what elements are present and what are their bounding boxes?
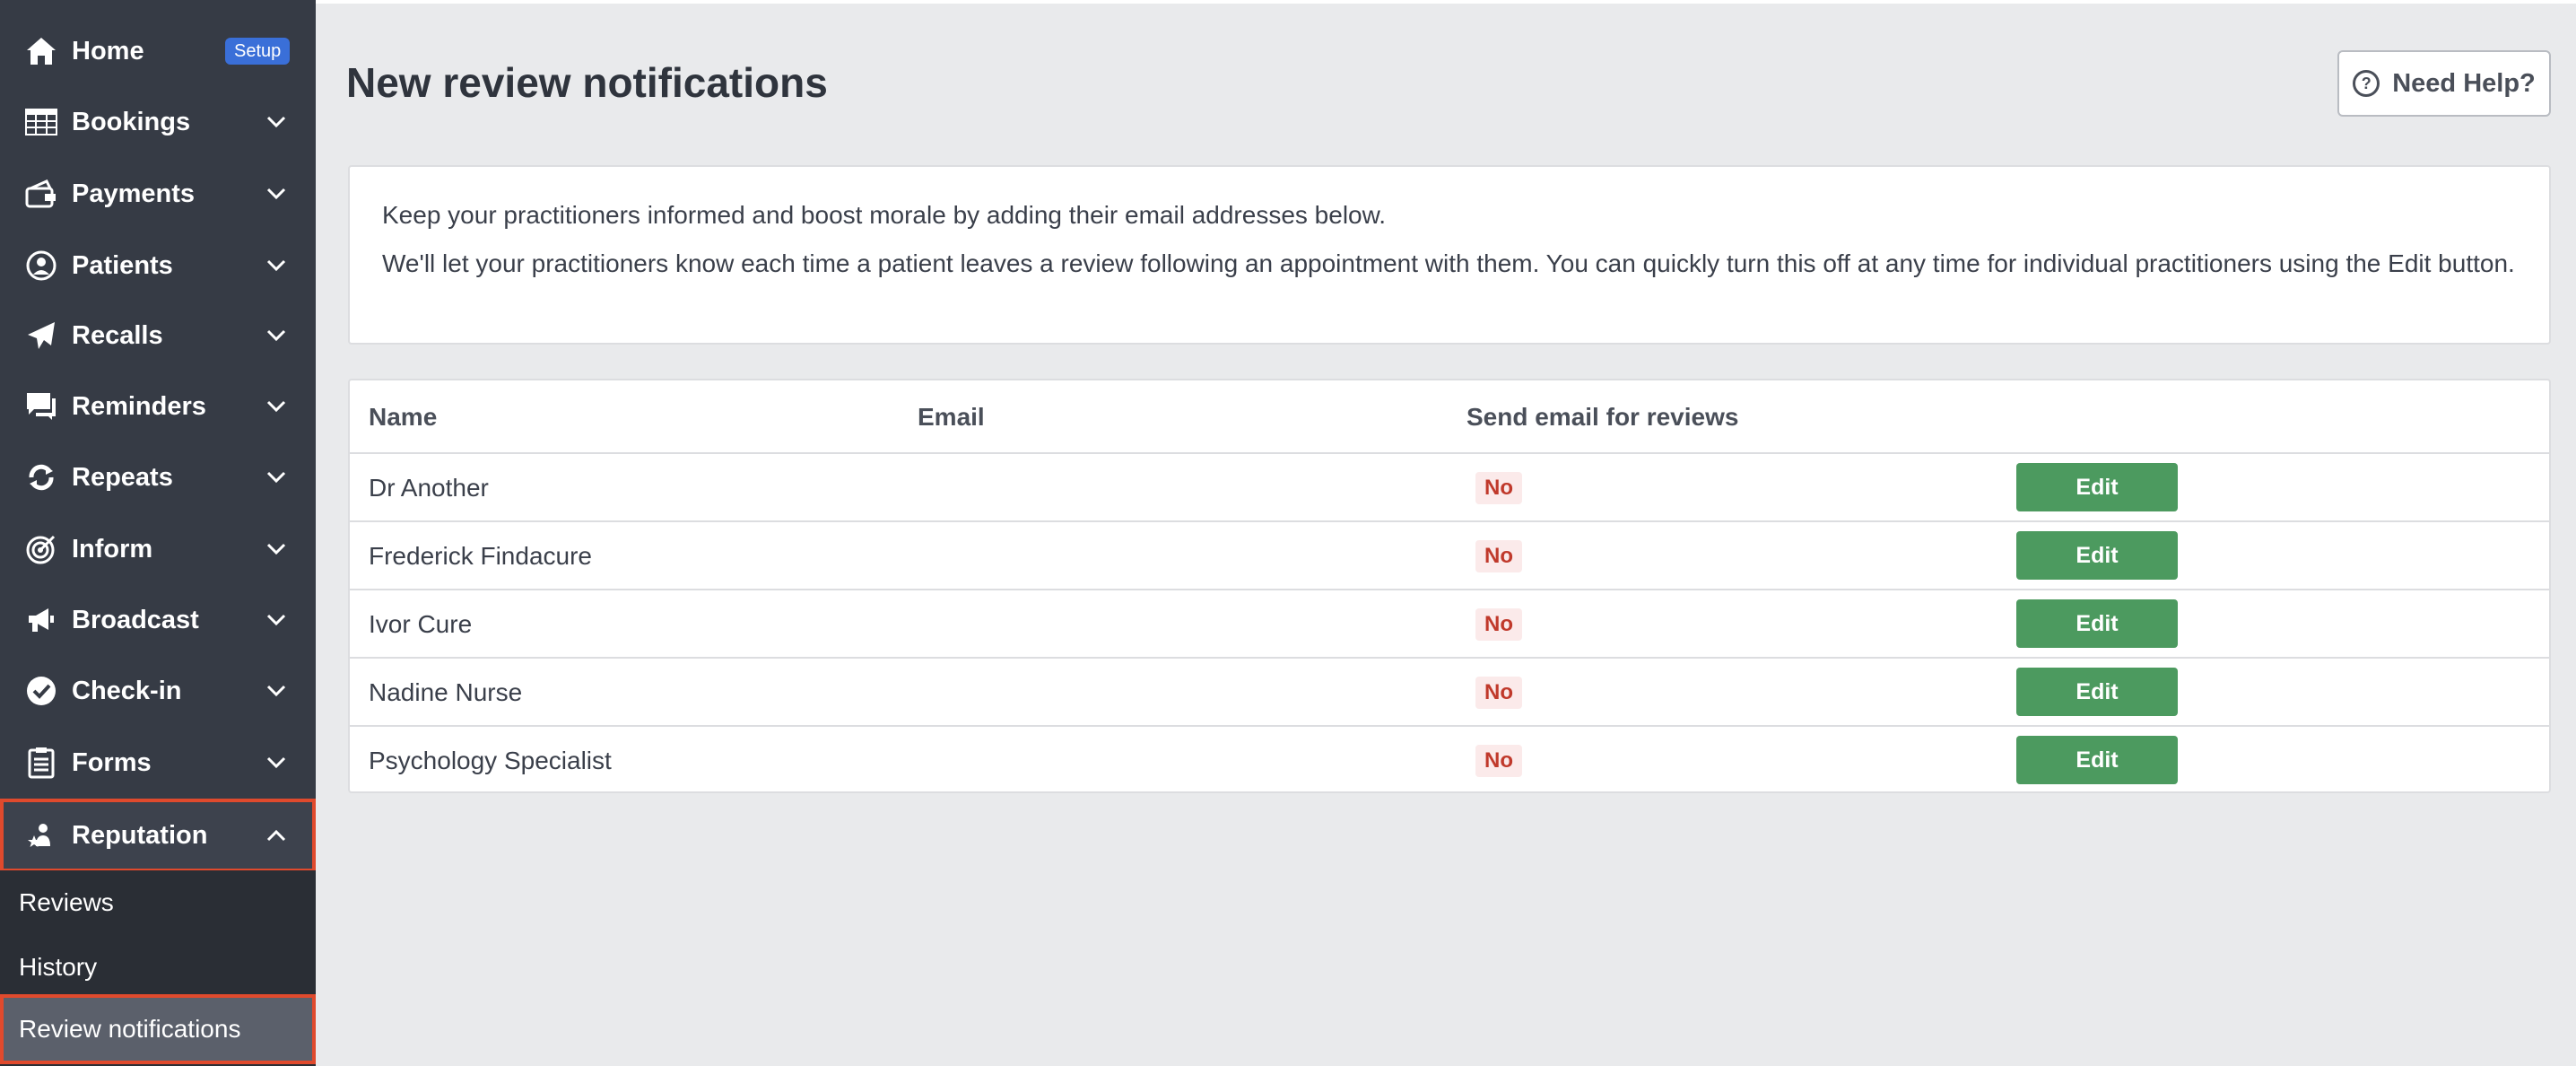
sidebar-item-payments[interactable]: Payments	[0, 159, 316, 229]
chevron-down-icon	[264, 607, 289, 633]
sidebar-item-repeats[interactable]: Repeats	[0, 442, 316, 512]
column-header-email: Email	[918, 403, 985, 431]
submenu-item-history[interactable]: History	[0, 935, 316, 1000]
check-badge-icon	[23, 673, 59, 709]
sidebar-item-label: Bookings	[72, 107, 191, 136]
practitioner-name: Frederick Findacure	[369, 542, 592, 570]
table-header: Name Email Send email for reviews	[350, 380, 2549, 454]
sidebar-item-reputation[interactable]: Reputation	[0, 799, 316, 872]
sidebar-item-label: Reputation	[72, 820, 208, 850]
chevron-down-icon	[264, 253, 289, 278]
submenu-item-label: Reviews	[19, 888, 114, 916]
status-badge: No	[1475, 608, 1522, 641]
practitioner-name: Dr Another	[369, 474, 489, 502]
sidebar-item-label: Check-in	[72, 676, 182, 705]
table-row: Dr Another No Edit	[350, 454, 2549, 522]
payment-icon	[23, 176, 59, 212]
info-text: We'll let your practitioners know each t…	[382, 249, 2515, 277]
sidebar-item-check-in[interactable]: Check-in	[0, 656, 316, 726]
sidebar-item-reminders[interactable]: Reminders	[0, 371, 316, 441]
table-row: Ivor Cure No Edit	[350, 590, 2549, 659]
chevron-down-icon	[264, 537, 289, 562]
top-border	[316, 0, 2576, 4]
status-badge: No	[1475, 677, 1522, 709]
table-row: Psychology Specialist No Edit	[350, 727, 2549, 795]
chevron-down-icon	[264, 750, 289, 775]
sidebar: Home Setup Bookings Payments Patients Re…	[0, 0, 316, 1066]
sidebar-item-home[interactable]: Home Setup	[0, 16, 316, 86]
user-circle-icon	[23, 248, 59, 284]
status-badge: No	[1475, 540, 1522, 572]
chevron-down-icon	[264, 181, 289, 206]
edit-button[interactable]: Edit	[2016, 531, 2178, 580]
table-row: Frederick Findacure No Edit	[350, 522, 2549, 590]
chevron-down-icon	[264, 394, 289, 419]
chevron-up-icon	[264, 823, 289, 848]
status-badge: No	[1475, 472, 1522, 504]
paper-plane-icon	[23, 318, 59, 354]
repeat-icon	[23, 459, 59, 495]
sidebar-item-broadcast[interactable]: Broadcast	[0, 585, 316, 655]
chevron-down-icon	[264, 323, 289, 348]
edit-button[interactable]: Edit	[2016, 463, 2178, 511]
reputation-icon	[23, 817, 59, 853]
sidebar-item-bookings[interactable]: Bookings	[0, 87, 316, 157]
submenu-item-review-notifications[interactable]: Review notifications	[0, 994, 316, 1064]
sidebar-item-label: Payments	[72, 179, 196, 208]
sidebar-item-label: Repeats	[72, 462, 173, 492]
submenu-item-label: History	[19, 953, 98, 981]
column-header-name: Name	[369, 403, 438, 431]
table-icon	[23, 104, 59, 140]
need-help-label: Need Help?	[2392, 68, 2536, 98]
need-help-button[interactable]: ? Need Help?	[2337, 50, 2551, 117]
sidebar-item-label: Home	[72, 36, 144, 66]
info-text: Keep your practitioners informed and boo…	[382, 201, 1387, 229]
sidebar-item-label: Inform	[72, 534, 153, 564]
practitioners-table: Name Email Send email for reviews Dr Ano…	[348, 379, 2551, 793]
edit-button[interactable]: Edit	[2016, 599, 2178, 648]
chevron-down-icon	[264, 109, 289, 135]
submenu-item-reviews[interactable]: Reviews	[0, 870, 316, 935]
question-circle-icon: ?	[2353, 70, 2380, 97]
sidebar-item-recalls[interactable]: Recalls	[0, 301, 316, 371]
chevron-down-icon	[264, 678, 289, 703]
practitioner-name: Ivor Cure	[369, 610, 473, 638]
status-badge: No	[1475, 745, 1522, 777]
info-panel: Keep your practitioners informed and boo…	[348, 165, 2551, 345]
page-title: New review notifications	[346, 59, 828, 106]
practitioner-name: Psychology Specialist	[369, 747, 612, 774]
chat-icon	[23, 389, 59, 424]
sidebar-item-label: Patients	[72, 250, 173, 280]
home-icon	[23, 33, 59, 69]
practitioner-name: Nadine Nurse	[369, 678, 523, 706]
sidebar-item-label: Broadcast	[72, 605, 199, 634]
reputation-submenu: Reviews History Review notifications	[0, 870, 316, 1066]
edit-button[interactable]: Edit	[2016, 736, 2178, 784]
sidebar-item-label: Recalls	[72, 320, 163, 350]
sidebar-item-label: Forms	[72, 747, 152, 777]
megaphone-icon	[23, 602, 59, 638]
column-header-send-email: Send email for reviews	[1466, 403, 1739, 431]
sidebar-item-label: Reminders	[72, 391, 206, 421]
table-row: Nadine Nurse No Edit	[350, 659, 2549, 727]
setup-badge: Setup	[225, 38, 291, 65]
chevron-down-icon	[264, 465, 289, 490]
submenu-item-label: Review notifications	[19, 1015, 241, 1043]
edit-button[interactable]: Edit	[2016, 668, 2178, 716]
target-icon	[23, 531, 59, 567]
sidebar-item-patients[interactable]: Patients	[0, 231, 316, 301]
sidebar-item-forms[interactable]: Forms	[0, 728, 316, 798]
clipboard-icon	[23, 745, 59, 781]
sidebar-item-inform[interactable]: Inform	[0, 514, 316, 584]
